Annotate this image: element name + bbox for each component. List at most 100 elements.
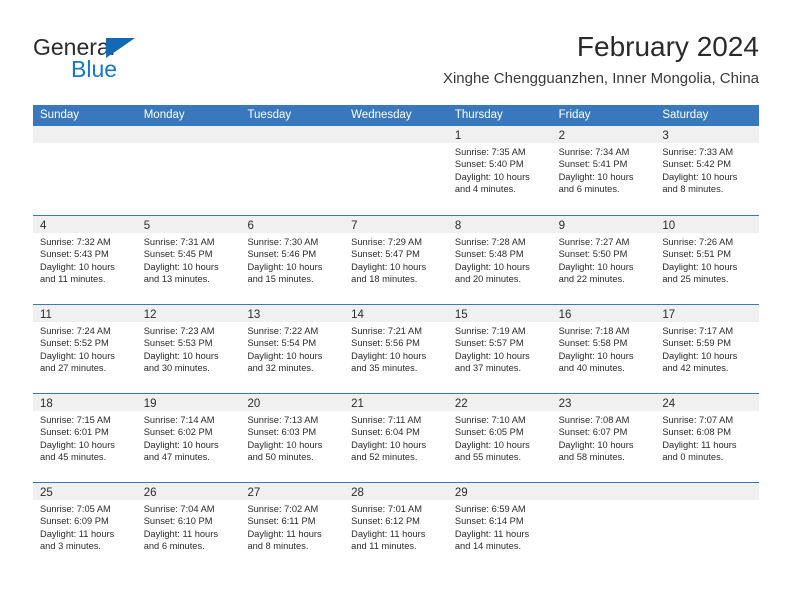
daylight-duration-line2: and 30 minutes. <box>143 363 210 374</box>
day-cell-3[interactable]: 3 Sunrise: 7:33 AM Sunset: 5:42 PM Daylight… <box>655 126 760 215</box>
day-cell-29[interactable]: 29 Sunrise: 6:59 AM Sunset: 6:14 PM Dayligh… <box>447 483 552 571</box>
day-number: 8 <box>454 220 462 232</box>
sunrise-time: Sunrise: 7:21 AM <box>351 326 422 336</box>
sunset-time: Sunset: 5:56 PM <box>351 338 420 349</box>
sunset-time: Sunset: 5:42 PM <box>662 159 732 170</box>
day-cell-20[interactable]: 20 Sunrise: 7:13 AM Sunset: 6:03 PM Dayligh… <box>240 394 345 482</box>
day-cell-19[interactable]: 19 Sunrise: 7:14 AM Sunset: 6:02 PM Dayligh… <box>136 394 241 482</box>
day-cell-22[interactable]: 22 Sunrise: 7:10 AM Sunset: 6:05 PM Dayligh… <box>447 394 552 482</box>
sunrise-time: Sunrise: 7:13 AM <box>247 415 319 425</box>
day-details: Sunrise: 7:18 AM Sunset: 5:58 PM Daylight:… <box>552 322 656 375</box>
weekday-header-wednesday: Wednesday <box>351 109 412 121</box>
sunrise-time: Sunrise: 7:34 AM <box>558 147 630 157</box>
sunset-time: Sunset: 5:53 PM <box>143 338 213 349</box>
day-cell-empty <box>240 126 345 215</box>
sunrise-time: Sunrise: 7:08 AM <box>558 415 630 425</box>
daylight-duration-line2: and 11 minutes. <box>351 541 417 552</box>
day-details: Sunrise: 7:27 AM Sunset: 5:50 PM Daylight:… <box>552 233 656 286</box>
day-cell-14[interactable]: 14 Sunrise: 7:21 AM Sunset: 5:56 PM Dayligh… <box>344 305 448 393</box>
day-cell-9[interactable]: 9 Sunrise: 7:27 AM Sunset: 5:50 PM Daylight… <box>551 216 656 304</box>
day-number: 5 <box>143 220 151 232</box>
day-cell-18[interactable]: 18 Sunrise: 7:15 AM Sunset: 6:01 PM Dayligh… <box>33 394 137 482</box>
day-details: Sunrise: 7:14 AM Sunset: 6:02 PM Daylight:… <box>137 411 241 464</box>
day-cell-2[interactable]: 2 Sunrise: 7:34 AM Sunset: 5:41 PM Daylight… <box>551 126 656 215</box>
sunrise-time: Sunrise: 7:29 AM <box>351 237 422 247</box>
sunset-time: Sunset: 5:52 PM <box>40 338 109 349</box>
day-cell-13[interactable]: 13 Sunrise: 7:22 AM Sunset: 5:54 PM Dayligh… <box>240 305 345 393</box>
day-details: Sunrise: 7:10 AM Sunset: 6:05 PM Daylight:… <box>448 411 552 464</box>
day-cell-27[interactable]: 27 Sunrise: 7:02 AM Sunset: 6:11 PM Dayligh… <box>240 483 345 571</box>
daylight-duration-line2: and 50 minutes. <box>247 452 314 463</box>
day-number-band: 6 <box>240 216 345 233</box>
day-cell-10[interactable]: 10 Sunrise: 7:26 AM Sunset: 5:51 PM Dayligh… <box>655 216 760 304</box>
day-number: 15 <box>454 309 468 321</box>
day-number-band: 29 <box>447 483 552 500</box>
day-cell-16[interactable]: 16 Sunrise: 7:18 AM Sunset: 5:58 PM Dayligh… <box>551 305 656 393</box>
day-number: 14 <box>351 309 364 321</box>
day-details: Sunrise: 7:19 AM Sunset: 5:57 PM Daylight:… <box>448 322 552 375</box>
general-blue-logo[interactable]: General Blue <box>33 34 253 90</box>
sunrise-time: Sunrise: 7:24 AM <box>40 326 111 336</box>
day-number-band: 4 <box>33 216 137 233</box>
day-cell-15[interactable]: 15 Sunrise: 7:19 AM Sunset: 5:57 PM Dayligh… <box>447 305 552 393</box>
sunset-time: Sunset: 5:41 PM <box>558 159 628 170</box>
day-cell-12[interactable]: 12 Sunrise: 7:23 AM Sunset: 5:53 PM Dayligh… <box>136 305 241 393</box>
day-cell-26[interactable]: 26 Sunrise: 7:04 AM Sunset: 6:10 PM Dayligh… <box>136 483 241 571</box>
day-cell-28[interactable]: 28 Sunrise: 7:01 AM Sunset: 6:12 PM Dayligh… <box>344 483 448 571</box>
day-cell-1[interactable]: 1 Sunrise: 7:35 AM Sunset: 5:40 PM Daylight… <box>447 126 552 215</box>
day-details: Sunrise: 7:28 AM Sunset: 5:48 PM Daylight:… <box>448 233 552 286</box>
day-cell-23[interactable]: 23 Sunrise: 7:08 AM Sunset: 6:07 PM Dayligh… <box>551 394 656 482</box>
day-cell-21[interactable]: 21 Sunrise: 7:11 AM Sunset: 6:04 PM Dayligh… <box>344 394 448 482</box>
daylight-duration-line2: and 55 minutes. <box>454 452 522 463</box>
day-cell-7[interactable]: 7 Sunrise: 7:29 AM Sunset: 5:47 PM Daylight… <box>344 216 448 304</box>
day-cell-5[interactable]: 5 Sunrise: 7:31 AM Sunset: 5:45 PM Daylight… <box>136 216 241 304</box>
day-number: 1 <box>454 130 462 142</box>
day-cell-17[interactable]: 17 Sunrise: 7:17 AM Sunset: 5:59 PM Dayligh… <box>655 305 760 393</box>
sunset-time: Sunset: 5:54 PM <box>247 338 317 349</box>
day-number: 11 <box>40 309 52 321</box>
day-details: Sunrise: 6:59 AM Sunset: 6:14 PM Daylight:… <box>448 500 552 553</box>
day-number-band: 13 <box>240 305 345 322</box>
sunrise-time: Sunrise: 7:15 AM <box>40 415 111 425</box>
daylight-duration-line1: Daylight: 10 hours <box>558 350 634 361</box>
day-cell-11[interactable]: 11 Sunrise: 7:24 AM Sunset: 5:52 PM Dayligh… <box>33 305 137 393</box>
daylight-duration-line2: and 0 minutes. <box>662 452 724 463</box>
day-number-band: 11 <box>33 305 137 322</box>
day-number-band: 17 <box>655 305 760 322</box>
day-cell-8[interactable]: 8 Sunrise: 7:28 AM Sunset: 5:48 PM Daylight… <box>447 216 552 304</box>
daylight-duration-line2: and 13 minutes. <box>143 274 210 285</box>
daylight-duration-line2: and 4 minutes. <box>454 184 516 195</box>
day-number-band: 23 <box>551 394 656 411</box>
day-number: 16 <box>558 309 572 321</box>
day-cell-25[interactable]: 25 Sunrise: 7:05 AM Sunset: 6:09 PM Dayligh… <box>33 483 137 571</box>
daylight-duration-line1: Daylight: 10 hours <box>662 350 738 361</box>
day-details: Sunrise: 7:11 AM Sunset: 6:04 PM Daylight:… <box>344 411 448 464</box>
daylight-duration-line1: Daylight: 10 hours <box>558 261 634 272</box>
daylight-duration-line1: Daylight: 10 hours <box>558 171 634 182</box>
daylight-duration-line2: and 42 minutes. <box>662 363 729 374</box>
day-details: Sunrise: 7:21 AM Sunset: 5:56 PM Daylight:… <box>344 322 448 375</box>
day-details: Sunrise: 7:35 AM Sunset: 5:40 PM Daylight:… <box>448 143 552 196</box>
sunset-time: Sunset: 6:05 PM <box>454 427 524 438</box>
day-details: Sunrise: 7:32 AM Sunset: 5:43 PM Daylight:… <box>33 233 137 286</box>
calendar-week-row: 11 Sunrise: 7:24 AM Sunset: 5:52 PM Dayligh… <box>33 304 760 393</box>
sunset-time: Sunset: 5:50 PM <box>558 249 628 260</box>
day-cell-6[interactable]: 6 Sunrise: 7:30 AM Sunset: 5:46 PM Daylight… <box>240 216 345 304</box>
day-number-band: 10 <box>655 216 760 233</box>
day-number-band: 9 <box>551 216 656 233</box>
day-cell-24[interactable]: 24 Sunrise: 7:07 AM Sunset: 6:08 PM Dayligh… <box>655 394 760 482</box>
daylight-duration-line2: and 47 minutes. <box>143 452 210 463</box>
day-cell-empty <box>655 483 760 571</box>
day-number: 12 <box>143 309 157 321</box>
day-cell-4[interactable]: 4 Sunrise: 7:32 AM Sunset: 5:43 PM Daylight… <box>33 216 137 304</box>
daylight-duration-line1: Daylight: 10 hours <box>351 350 427 361</box>
calendar-weeks: 1 Sunrise: 7:35 AM Sunset: 5:40 PM Daylight… <box>33 126 760 571</box>
day-number: 24 <box>662 398 676 410</box>
daylight-duration-line1: Daylight: 11 hours <box>40 528 115 539</box>
sunrise-time: Sunrise: 7:35 AM <box>454 147 526 157</box>
daylight-duration-line2: and 22 minutes. <box>558 274 625 285</box>
daylight-duration-line2: and 52 minutes. <box>351 452 418 463</box>
sunset-time: Sunset: 6:03 PM <box>247 427 317 438</box>
daylight-duration-line1: Daylight: 10 hours <box>454 171 530 182</box>
sunset-time: Sunset: 5:59 PM <box>662 338 732 349</box>
